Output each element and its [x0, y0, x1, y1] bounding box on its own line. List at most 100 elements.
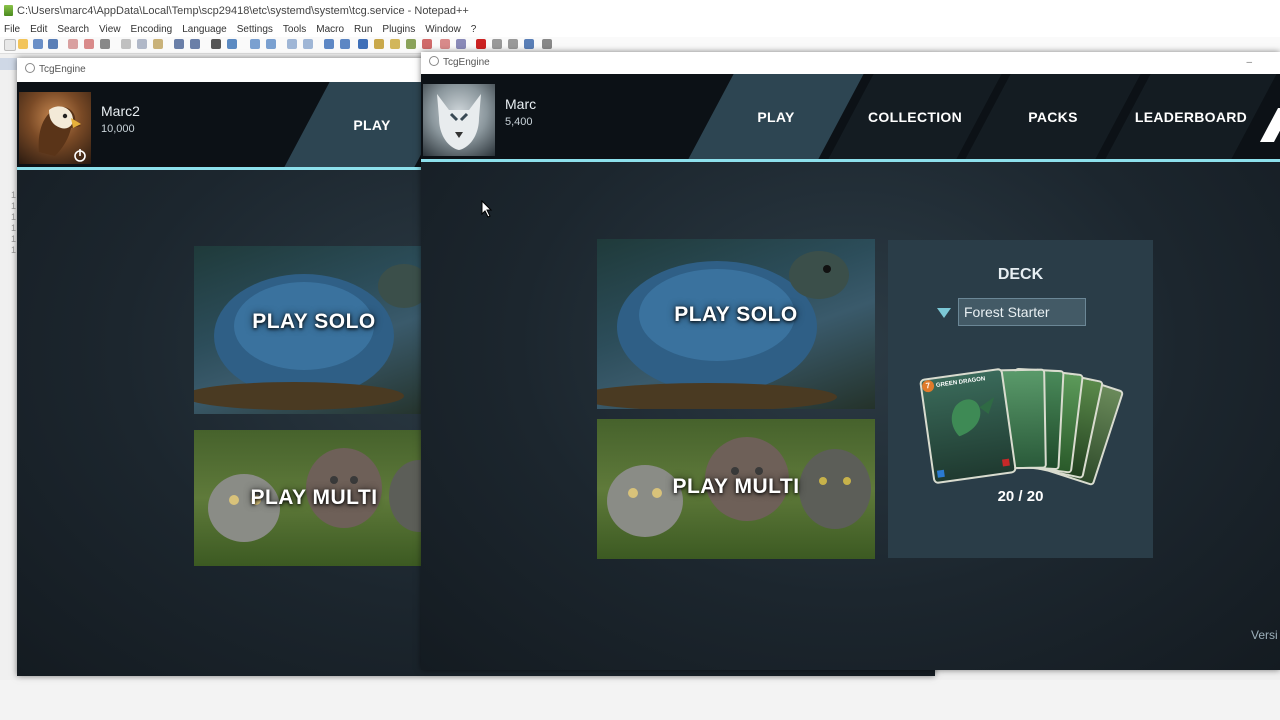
deck-title: DECK: [997, 266, 1044, 283]
mouse-cursor-icon: [481, 200, 493, 218]
editor-status-area: [0, 680, 1280, 720]
tab-leaderboard[interactable]: LEADERBOARD: [1105, 74, 1277, 159]
app-icon: [429, 56, 439, 66]
show-all-chars-icon[interactable]: [340, 39, 350, 49]
tab-play-label: PLAY: [757, 108, 795, 125]
stop-macro-icon[interactable]: [492, 39, 502, 49]
tab-play[interactable]: PLAY: [688, 74, 864, 159]
paste-icon[interactable]: [153, 39, 163, 49]
tab-leaderboard-label: LEADERBOARD: [1134, 108, 1248, 125]
deck-card-fan[interactable]: GREEN DRAGON 7: [918, 365, 1138, 490]
back-play-solo-label: PLAY SOLO: [252, 310, 376, 333]
redo-icon[interactable]: [190, 39, 200, 49]
minimize-icon[interactable]: –: [1246, 52, 1252, 74]
menu-window[interactable]: Window: [421, 22, 467, 37]
zoom-in-icon[interactable]: [250, 39, 260, 49]
play-solo-tile[interactable]: PLAY SOLO: [597, 239, 875, 409]
close-file-icon[interactable]: [68, 39, 78, 49]
front-game-window[interactable]: TcgEngine – Marc 5,400 PLAY COLLECTION P…: [421, 52, 1280, 670]
play-solo-label: PLAY SOLO: [674, 303, 798, 326]
wolf-avatar-icon: [437, 94, 481, 150]
copy-icon[interactable]: [137, 39, 147, 49]
menu-view[interactable]: View: [95, 22, 127, 37]
menu-run[interactable]: Run: [350, 22, 378, 37]
line-number: 1: [10, 190, 16, 200]
indent-guide-icon[interactable]: [358, 39, 368, 49]
doc-map-icon[interactable]: [390, 39, 400, 49]
front-player-avatar[interactable]: [423, 84, 495, 156]
front-player-coins: 5,400: [505, 116, 533, 128]
tab-collection-label: COLLECTION: [868, 108, 962, 125]
monitoring-icon[interactable]: [440, 39, 450, 49]
line-number: 1: [10, 234, 16, 244]
back-window-title: TcgEngine: [39, 64, 86, 75]
line-number: 1: [10, 201, 16, 211]
deck-count: 20 / 20: [997, 488, 1044, 505]
menu-file[interactable]: File: [0, 22, 26, 37]
sync-h-scroll-icon[interactable]: [303, 39, 313, 49]
menu-plugins[interactable]: Plugins: [378, 22, 421, 37]
save-all-icon[interactable]: [48, 39, 58, 49]
back-player-avatar[interactable]: [19, 92, 91, 164]
tab-packs-label: PACKS: [1028, 108, 1078, 125]
sync-scroll-icon[interactable]: [287, 39, 297, 49]
menu-edit[interactable]: Edit: [26, 22, 53, 37]
front-header: Marc 5,400 PLAY COLLECTION PACKS LEADERB…: [421, 74, 1280, 162]
back-player-coins: 10,000: [101, 123, 135, 135]
save-icon[interactable]: [33, 39, 43, 49]
front-window-title-bar[interactable]: TcgEngine –: [421, 52, 1280, 74]
back-play-solo-tile[interactable]: PLAY SOLO: [194, 246, 434, 414]
back-tab-play[interactable]: PLAY: [284, 82, 460, 167]
back-play-multi-label: PLAY MULTI: [250, 486, 378, 509]
back-player-name: Marc2: [101, 103, 140, 119]
front-window-title: TcgEngine: [443, 57, 490, 68]
app-icon: [25, 63, 35, 73]
deck-panel: DECK Forest Starter GREEN DRAGON 7 20 / …: [888, 240, 1153, 558]
play-macro-icon[interactable]: [508, 39, 518, 49]
front-header-accent-line: [421, 159, 1280, 162]
zoom-out-icon[interactable]: [266, 39, 276, 49]
open-file-icon[interactable]: [18, 39, 28, 49]
menu-macro[interactable]: Macro: [312, 22, 350, 37]
menu-settings[interactable]: Settings: [233, 22, 279, 37]
line-number: 1: [10, 245, 16, 255]
notepad-icon: [4, 5, 13, 16]
save-macro-icon[interactable]: [542, 39, 552, 49]
menu-search[interactable]: Search: [53, 22, 95, 37]
function-list-icon[interactable]: [406, 39, 416, 49]
dropdown-arrow-icon[interactable]: [937, 308, 951, 318]
card-mana-icon: [936, 469, 945, 478]
folder-workspace-icon[interactable]: [422, 39, 432, 49]
deck-top-card: GREEN DRAGON 7: [919, 367, 1017, 485]
play-multi-label: PLAY MULTI: [672, 475, 800, 498]
record-macro-icon[interactable]: [476, 39, 486, 49]
version-label: Versi: [1251, 628, 1278, 642]
find-icon[interactable]: [211, 39, 221, 49]
udl-icon[interactable]: [374, 39, 384, 49]
menu-language[interactable]: Language: [178, 22, 233, 37]
menu-help[interactable]: ?: [467, 22, 483, 37]
menu-encoding[interactable]: Encoding: [127, 22, 179, 37]
line-number: 1: [10, 223, 16, 233]
deck-select[interactable]: Forest Starter: [958, 298, 1086, 326]
run-macro-multiple-icon[interactable]: [524, 39, 534, 49]
tab-collection[interactable]: COLLECTION: [828, 74, 1002, 159]
view-icon[interactable]: [456, 39, 466, 49]
power-icon[interactable]: [73, 148, 87, 162]
print-icon[interactable]: [100, 39, 110, 49]
replace-icon[interactable]: [227, 39, 237, 49]
close-all-icon[interactable]: [84, 39, 94, 49]
word-wrap-icon[interactable]: [324, 39, 334, 49]
undo-icon[interactable]: [174, 39, 184, 49]
editor-title-bar: C:\Users\marc4\AppData\Local\Temp\scp294…: [0, 0, 1280, 22]
front-player-name: Marc: [505, 96, 537, 112]
tab-packs[interactable]: PACKS: [965, 74, 1141, 159]
play-multi-tile[interactable]: PLAY MULTI: [597, 419, 875, 559]
editor-menu-bar: File Edit Search View Encoding Language Settin…: [0, 22, 1280, 37]
editor-title-path: C:\Users\marc4\AppData\Local\Temp\scp294…: [17, 5, 469, 17]
back-play-multi-tile[interactable]: PLAY MULTI: [194, 430, 434, 566]
settings-tab-edge[interactable]: [1259, 108, 1280, 142]
cut-icon[interactable]: [121, 39, 131, 49]
new-file-icon[interactable]: [4, 39, 16, 51]
menu-tools[interactable]: Tools: [279, 22, 312, 37]
